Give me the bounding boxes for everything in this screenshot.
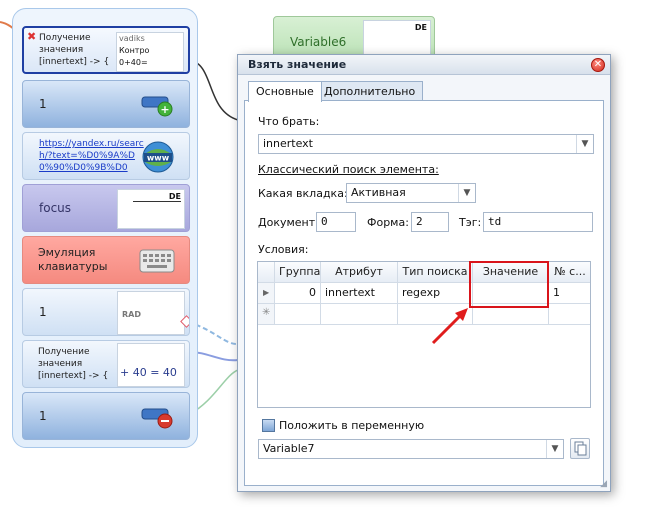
new-row-asterisk-icon[interactable]: ✳ (258, 304, 275, 325)
get-value-2-preview-text: + 40 = 40 (120, 366, 177, 379)
focus-preview-rule (133, 201, 181, 202)
preview-line-3: 0+40= (119, 58, 148, 67)
variable6-label: Variable6 (290, 35, 347, 49)
col-search-type-header[interactable]: Тип поиска (398, 262, 473, 283)
www-globe-icon: www (142, 141, 174, 173)
remove-variable-icon (141, 408, 173, 429)
which-tab-select[interactable]: Активная ▼ (346, 183, 476, 203)
what-to-take-select[interactable]: innertext ▼ (258, 134, 594, 154)
document-label: Документ: (258, 216, 319, 229)
rad-preview-text: RAD (122, 310, 141, 319)
new-cell[interactable] (549, 304, 590, 325)
get-value-block-label: Получение значения [innertext] -> { (39, 33, 110, 67)
dialog-titlebar[interactable]: Взять значение ✕ (238, 55, 610, 75)
add-variable-icon: + (141, 96, 173, 117)
url-wrap: https://yandex.ru/search/?text=%D0%9A%D0… (39, 133, 147, 179)
variable-add-block-label: 1 (39, 97, 47, 111)
col-attribute-header[interactable]: Атрибут (321, 262, 398, 283)
keyboard-emulation-block[interactable]: Эмуляция клавиатуры (22, 236, 190, 284)
preview-line-2: Контро (119, 46, 150, 55)
variable-block-rad-label: 1 (39, 305, 47, 319)
which-tab-label: Какая вкладка: (258, 187, 348, 200)
navigate-url-block[interactable]: https://yandex.ru/search/?text=%D0%9A%D0… (22, 132, 190, 180)
tab-main[interactable]: Основные (248, 81, 322, 102)
new-cell[interactable] (321, 304, 398, 325)
chevron-down-icon[interactable]: ▼ (546, 440, 563, 458)
red-arrow-icon (431, 308, 468, 345)
focus-block[interactable]: focus DE (22, 184, 190, 232)
cell-attribute[interactable]: innertext (321, 283, 398, 304)
tag-field[interactable]: td (483, 212, 593, 232)
svg-text:www: www (147, 154, 170, 163)
variable-select-value: Variable7 (263, 442, 315, 455)
keyboard-icon (139, 249, 175, 273)
get-value-block[interactable]: ✖ Получение значения [innertext] -> { va… (22, 26, 190, 74)
variable-block-rad[interactable]: 1 RAD (22, 288, 190, 336)
copy-variable-button[interactable] (570, 438, 590, 459)
col-group-header[interactable]: Группа (275, 262, 321, 283)
col-number-header[interactable]: № с... (549, 262, 590, 283)
close-icon[interactable]: ✕ (591, 58, 605, 72)
document-field[interactable]: 0 (316, 212, 356, 232)
conditions-label: Условия: (258, 243, 309, 256)
focus-preview-text: DE (168, 192, 181, 201)
focus-block-label: focus (39, 201, 72, 215)
row-pointer-icon[interactable]: ▶ (258, 283, 275, 304)
get-value-dialog: Взять значение ✕ Основные Дополнительно … (237, 54, 611, 492)
form-label: Форма: (367, 216, 409, 229)
cell-number[interactable]: 1 (549, 283, 590, 304)
chevron-down-icon[interactable]: ▼ (458, 184, 475, 202)
variable-remove-block-label: 1 (39, 409, 47, 423)
preview-line-1: vadiks (119, 34, 145, 43)
variable-select[interactable]: Variable7 ▼ (258, 439, 564, 459)
navigate-url-link[interactable]: https://yandex.ru/search/?text=%D0%9A%D0… (39, 138, 147, 174)
copy-icon (574, 441, 587, 456)
cell-search-type[interactable]: regexp (398, 283, 473, 304)
value-column-highlight (469, 261, 549, 308)
get-value-block-2-label: Получение значения [innertext] -> { (38, 347, 109, 381)
form-field[interactable]: 2 (411, 212, 449, 232)
get-value-2-preview: + 40 = 40 (117, 343, 185, 387)
resize-grip-icon[interactable]: ◢ (600, 479, 607, 489)
variable-remove-block[interactable]: 1 (22, 392, 190, 440)
error-x-icon: ✖ (27, 30, 37, 43)
put-in-variable-label: Положить в переменную (279, 419, 425, 432)
dialog-title: Взять значение (248, 58, 347, 71)
which-tab-value: Активная (351, 186, 406, 199)
tab-advanced[interactable]: Дополнительно (316, 81, 424, 101)
classic-search-label: Классический поиск элемента: (258, 163, 439, 176)
focus-preview: DE (117, 189, 185, 229)
keyboard-emulation-label: Эмуляция клавиатуры (38, 246, 108, 273)
cell-group[interactable]: 0 (275, 283, 321, 304)
what-to-take-value: innertext (263, 137, 313, 150)
variable-add-block[interactable]: 1 + (22, 80, 190, 128)
variable6-preview-text: DE (414, 23, 427, 32)
get-value-block-2[interactable]: Получение значения [innertext] -> { + 40… (22, 340, 190, 388)
svg-text:+: + (160, 103, 169, 116)
grid-corner (258, 262, 275, 283)
chevron-down-icon[interactable]: ▼ (576, 135, 593, 153)
get-value-preview: vadiks Контро 0+40= (116, 32, 184, 72)
put-in-variable-checkbox[interactable] (262, 419, 275, 432)
tag-label: Тэг: (459, 216, 482, 229)
what-to-take-label: Что брать: (258, 115, 320, 128)
new-cell[interactable] (275, 304, 321, 325)
rad-preview: RAD (117, 291, 185, 335)
